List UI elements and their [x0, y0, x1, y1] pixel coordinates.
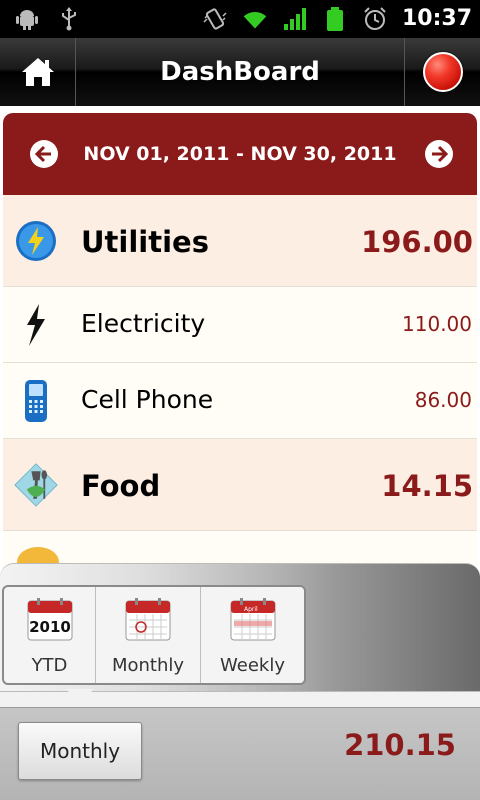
period-option-ytd[interactable]: 2010 YTD [4, 587, 96, 683]
arrow-left-icon [35, 145, 51, 163]
page-title: DashBoard [160, 57, 320, 87]
usb-icon [62, 7, 76, 31]
status-time: 10:37 [401, 6, 472, 31]
item-label: Electricity [81, 309, 206, 338]
calendar-week-icon: April [230, 598, 275, 641]
date-range-header: NOV 01, 2011 - NOV 30, 2011 [3, 113, 477, 195]
item-amount: 86.00 [414, 388, 472, 412]
expense-list: Utilities 196.00 Electricity 110.00 Cell… [3, 195, 477, 565]
item-amount: 110.00 [402, 312, 472, 336]
category-row-utilities[interactable]: Utilities 196.00 [3, 195, 477, 287]
vibrate-icon [203, 8, 227, 30]
arrow-right-icon [432, 145, 448, 163]
popup-pointer [66, 689, 94, 703]
signal-icon [283, 8, 306, 30]
category-amount: 196.00 [361, 225, 473, 259]
food-icon [13, 462, 59, 508]
cell-phone-icon [13, 378, 59, 424]
record-button[interactable] [404, 38, 480, 106]
period-selector: 2010 YTD Monthly April Weekly [2, 585, 306, 685]
period-label: YTD [31, 655, 68, 676]
title-bar: DashBoard [0, 38, 480, 106]
record-icon [422, 52, 463, 92]
utilities-icon [13, 218, 59, 264]
home-button[interactable] [0, 38, 76, 106]
alarm-icon [364, 7, 386, 30]
android-debug-icon [16, 10, 38, 30]
calendar-month-icon [125, 598, 171, 641]
calendar-month-name: April [244, 606, 258, 613]
previous-period-button[interactable] [30, 140, 58, 168]
period-option-monthly[interactable]: Monthly [96, 587, 201, 683]
category-label: Utilities [81, 225, 209, 259]
battery-icon [326, 7, 343, 31]
category-label: Food [81, 469, 161, 503]
wifi-icon [243, 11, 267, 29]
item-row-partial[interactable] [3, 531, 477, 565]
total-amount: 210.15 [344, 728, 456, 762]
item-row-electricity[interactable]: Electricity 110.00 [3, 287, 477, 363]
calendar-year-text: 2010 [29, 618, 71, 636]
date-range-label: NOV 01, 2011 - NOV 30, 2011 [83, 143, 397, 165]
next-period-button[interactable] [425, 140, 453, 168]
home-icon [21, 58, 54, 86]
category-row-food[interactable]: Food 14.15 [3, 439, 477, 531]
period-button[interactable]: Monthly [18, 722, 142, 780]
bottom-bar: Monthly 210.15 [0, 707, 480, 800]
period-option-weekly[interactable]: April Weekly [201, 587, 304, 683]
lightning-icon [13, 302, 59, 348]
period-label: Weekly [220, 655, 285, 676]
period-label: Monthly [111, 655, 185, 676]
calendar-year-icon: 2010 [27, 598, 72, 641]
category-amount: 14.15 [381, 469, 473, 503]
status-bar: 10:37 [0, 0, 480, 38]
period-popup: 2010 YTD Monthly April Weekly [0, 563, 480, 708]
item-row-cell-phone[interactable]: Cell Phone 86.00 [3, 363, 477, 439]
item-label: Cell Phone [81, 385, 214, 414]
